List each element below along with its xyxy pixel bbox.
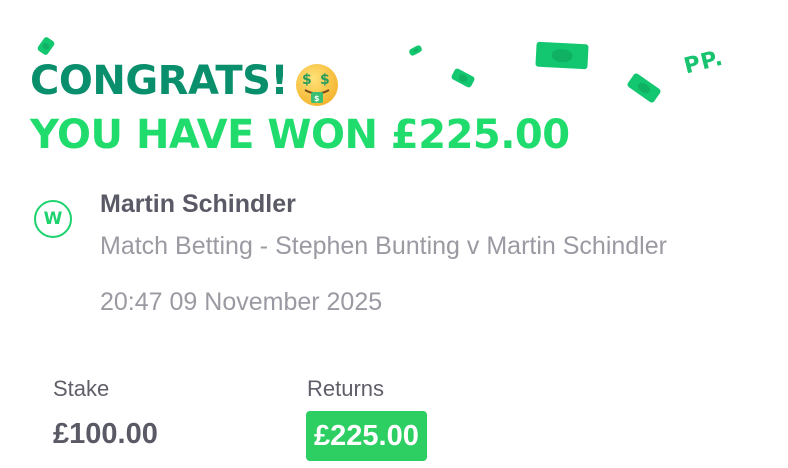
bet-datetime: 20:47 09 November 2025 [100,288,383,316]
svg-text:$: $ [320,72,330,88]
money-mouth-face-icon: $ $ $ [296,64,338,106]
congrats-heading: CONGRATS! [30,58,289,104]
bet-selection: Martin Schindler [100,190,296,218]
money-bill-icon [408,44,423,57]
win-result-badge: W [34,200,72,238]
win-amount-heading: YOU HAVE WON £225.00 [30,112,570,158]
money-bill-icon [535,41,589,70]
money-bill-icon [626,72,662,104]
bet-market: Match Betting - Stephen Bunting v Martin… [100,232,667,260]
svg-text:$: $ [302,72,312,88]
stake-label: Stake [53,376,110,401]
returns-label: Returns [307,376,385,401]
money-bill-icon [36,36,56,56]
stake-value: £100.00 [53,418,158,450]
returns-value: £225.00 [306,411,427,461]
money-bill-icon [450,67,476,89]
svg-text:$: $ [314,94,320,103]
watermark-logo: PP. [681,45,727,80]
